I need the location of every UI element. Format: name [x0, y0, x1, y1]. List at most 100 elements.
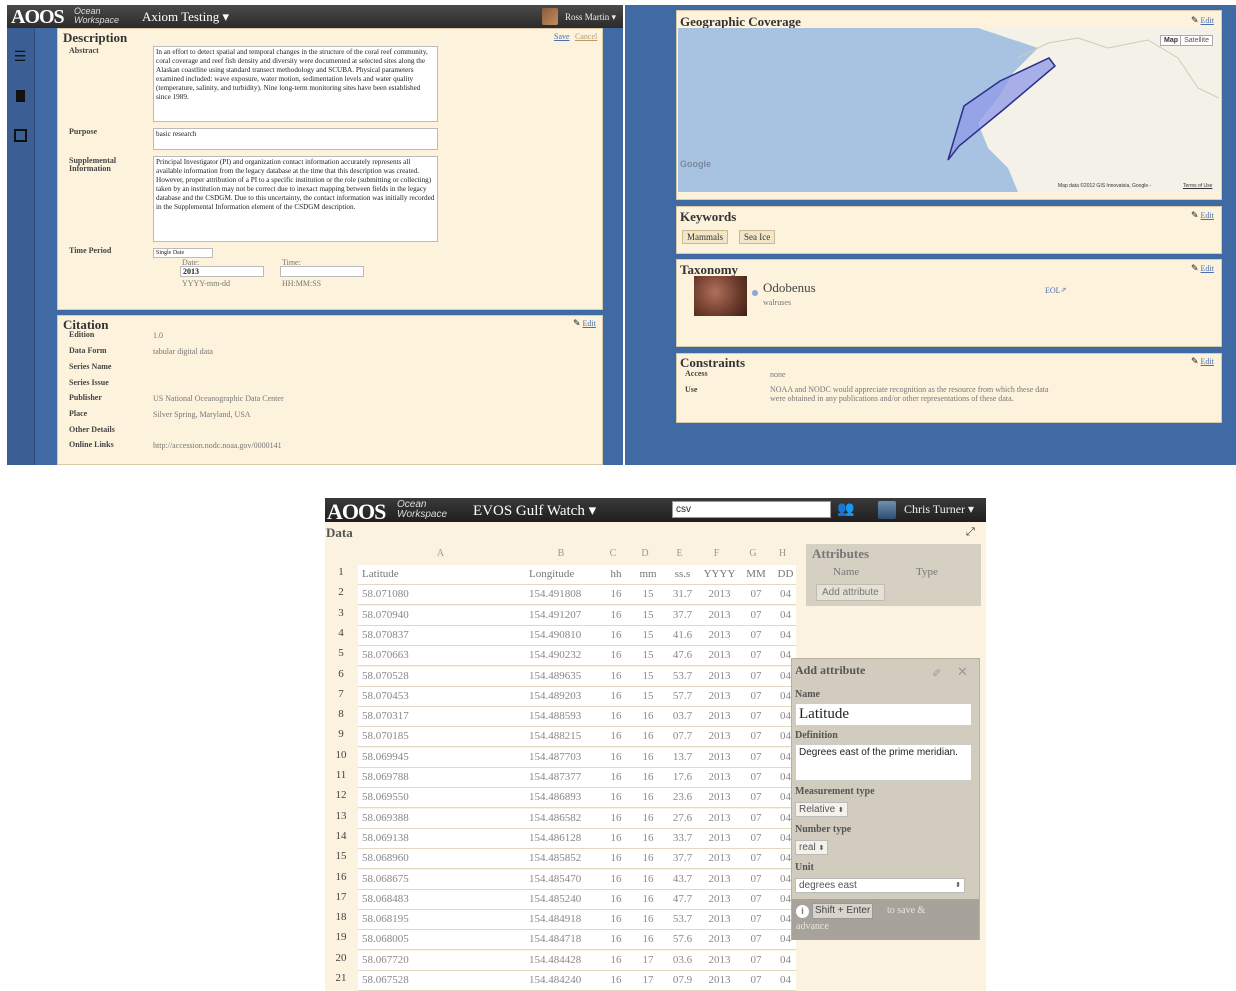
table-cell[interactable]: 154.486582 [526, 808, 599, 829]
table-cell[interactable]: 04 [772, 950, 796, 971]
user-menu[interactable]: Chris Turner ▾ [904, 502, 974, 517]
table-cell[interactable]: 58.069138 [358, 828, 526, 849]
row-number[interactable]: 18 [325, 911, 357, 923]
coverage-map[interactable]: Map Satellite Google Map data ©2012 GIS … [678, 28, 1219, 192]
table-cell[interactable]: 04 [772, 605, 796, 626]
table-cell[interactable]: 154.484718 [526, 930, 599, 951]
add-attribute-button[interactable]: Add attribute [816, 584, 885, 601]
row-number[interactable]: 3 [325, 607, 357, 619]
row-number[interactable]: 13 [325, 810, 357, 822]
table-cell[interactable]: 58.070940 [358, 605, 526, 626]
table-cell[interactable]: 58.068195 [358, 910, 526, 931]
abstract-textarea[interactable]: In an effort to detect spatial and tempo… [153, 46, 438, 122]
terms-link[interactable]: Terms of Use [1183, 183, 1212, 189]
table-cell[interactable]: 16 [630, 869, 663, 890]
number-type-select[interactable]: real ⬍ [795, 840, 829, 855]
table-cell[interactable]: 16 [599, 666, 630, 687]
table-cell[interactable]: 154.488215 [526, 727, 599, 748]
row-number[interactable]: 12 [325, 789, 357, 801]
table-cell[interactable]: 03.7 [663, 707, 699, 728]
table-cell[interactable]: 2013 [699, 971, 737, 991]
table-cell[interactable]: 58.070837 [358, 625, 526, 646]
table-cell[interactable]: 16 [599, 828, 630, 849]
table-cell[interactable]: 154.491808 [526, 585, 599, 606]
table-cell[interactable]: 15 [630, 605, 663, 626]
column-letter-header[interactable]: D [630, 548, 660, 562]
table-cell[interactable]: 07 [737, 646, 772, 667]
table-cell[interactable]: 53.7 [663, 666, 699, 687]
name-field[interactable]: Latitude [795, 703, 972, 726]
row-number[interactable]: 7 [325, 688, 357, 700]
table-cell[interactable]: 58.068960 [358, 849, 526, 870]
row-number[interactable]: 6 [325, 668, 357, 680]
table-cell[interactable]: 2013 [699, 646, 737, 667]
table-cell[interactable]: 47.6 [663, 646, 699, 667]
table-cell[interactable]: 07 [737, 849, 772, 870]
table-cell[interactable]: 04 [772, 585, 796, 606]
row-number[interactable]: 1 [325, 566, 357, 578]
table-cell[interactable]: 16 [599, 605, 630, 626]
table-cell[interactable]: 154.486893 [526, 788, 599, 809]
table-cell[interactable]: 07 [737, 788, 772, 809]
table-cell[interactable]: 154.491207 [526, 605, 599, 626]
eol-link[interactable]: EOL⇗ [1045, 286, 1066, 295]
table-cell[interactable]: 07 [737, 605, 772, 626]
table-cell[interactable]: 154.485852 [526, 849, 599, 870]
table-cell[interactable]: 58.070663 [358, 646, 526, 667]
table-cell[interactable]: 07 [737, 585, 772, 606]
table-cell[interactable]: 16 [599, 849, 630, 870]
table-cell[interactable]: 2013 [699, 605, 737, 626]
table-cell[interactable]: 154.484428 [526, 950, 599, 971]
table-cell[interactable]: 154.486128 [526, 828, 599, 849]
table-cell[interactable]: 154.485240 [526, 889, 599, 910]
row-number[interactable]: 11 [325, 769, 357, 781]
table-cell[interactable]: 57.6 [663, 930, 699, 951]
table-cell[interactable]: 16 [599, 869, 630, 890]
table-cell[interactable]: 2013 [699, 707, 737, 728]
table-cell[interactable]: 2013 [699, 768, 737, 788]
table-cell[interactable]: 16 [630, 828, 663, 849]
row-number[interactable]: 4 [325, 627, 357, 639]
table-cell[interactable]: 16 [599, 930, 630, 951]
table-cell[interactable]: 2013 [699, 930, 737, 951]
table-cell[interactable]: 154.485470 [526, 869, 599, 890]
table-cell[interactable]: 58.071080 [358, 585, 526, 606]
unit-select[interactable]: degrees east ⬍ [795, 878, 965, 893]
table-cell[interactable]: 27.6 [663, 808, 699, 829]
header-cell[interactable]: MM [737, 565, 772, 585]
column-letter-header[interactable]: B [526, 548, 596, 562]
table-cell[interactable]: 2013 [699, 625, 737, 646]
close-icon[interactable]: ✕ [957, 665, 968, 680]
users-icon[interactable]: 👥 [837, 501, 854, 517]
table-cell[interactable]: 23.6 [663, 788, 699, 809]
table-cell[interactable]: 13.7 [663, 747, 699, 768]
table-cell[interactable]: 17.6 [663, 768, 699, 788]
row-number[interactable]: 2 [325, 586, 357, 598]
table-cell[interactable]: 16 [599, 646, 630, 667]
table-cell[interactable]: 154.487703 [526, 747, 599, 768]
table-cell[interactable]: 16 [630, 849, 663, 870]
document-icon[interactable] [16, 90, 25, 102]
row-number[interactable]: 17 [325, 891, 357, 903]
table-cell[interactable]: 07.9 [663, 971, 699, 991]
table-cell[interactable]: 58.068675 [358, 869, 526, 890]
table-cell[interactable]: 47.7 [663, 889, 699, 910]
table-cell[interactable]: 58.067528 [358, 971, 526, 991]
header-cell[interactable]: DD [772, 565, 796, 585]
table-cell[interactable]: 37.7 [663, 605, 699, 626]
table-cell[interactable]: 16 [630, 747, 663, 768]
table-cell[interactable]: 16 [630, 910, 663, 931]
table-cell[interactable]: 03.6 [663, 950, 699, 971]
table-cell[interactable]: 58.070453 [358, 686, 526, 707]
table-cell[interactable]: 154.489203 [526, 686, 599, 707]
table-cell[interactable]: 2013 [699, 889, 737, 910]
table-cell[interactable]: 15 [630, 585, 663, 606]
table-cell[interactable]: 58.070317 [358, 707, 526, 728]
table-cell[interactable]: 04 [772, 625, 796, 646]
table-cell[interactable]: 58.068005 [358, 930, 526, 951]
keyword-tag[interactable]: Mammals [682, 230, 728, 244]
table-cell[interactable]: 58.070528 [358, 666, 526, 687]
expand-icon[interactable]: ⤢ [966, 525, 975, 539]
table-cell[interactable]: 33.7 [663, 828, 699, 849]
save-link[interactable]: Save [554, 32, 570, 41]
